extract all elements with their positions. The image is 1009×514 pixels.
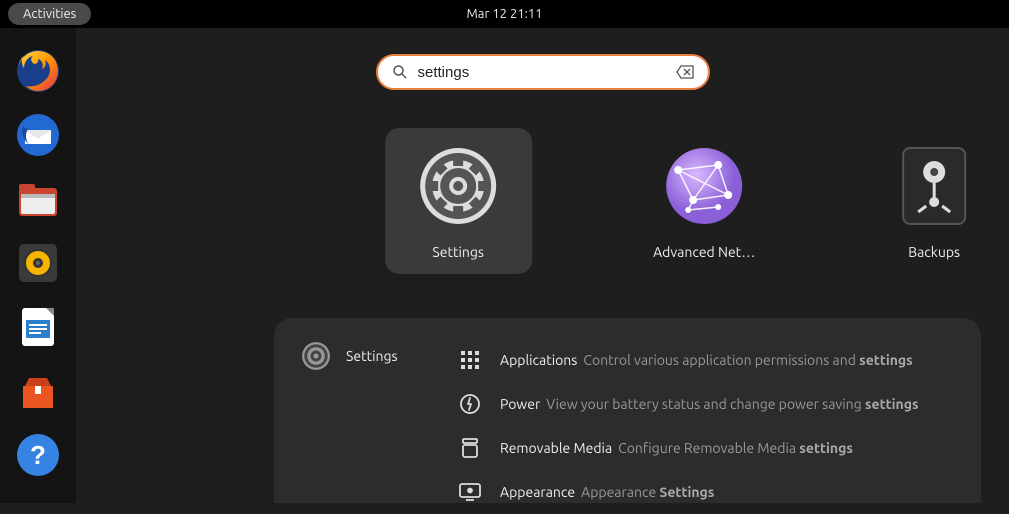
clock[interactable]: Mar 12 21:11 (466, 7, 542, 21)
dock-rhythmbox[interactable] (13, 238, 63, 288)
app-label: Backups (908, 244, 960, 260)
appearance-icon (458, 480, 482, 504)
search-icon (392, 64, 408, 80)
app-label: Settings (432, 244, 484, 260)
settings-small-icon (300, 340, 332, 372)
dock-thunderbird[interactable] (13, 110, 63, 160)
network-icon (660, 142, 748, 230)
svg-text:?: ? (30, 440, 46, 470)
firefox-icon (15, 48, 61, 94)
dock-help[interactable]: ? (13, 430, 63, 480)
overview-main: Settings (76, 28, 1009, 503)
activities-button[interactable]: Activities (8, 3, 91, 25)
thunderbird-icon (15, 112, 61, 158)
libreoffice-writer-icon (15, 304, 61, 350)
settings-item-appearance[interactable]: AppearanceAppearance Settings (458, 470, 955, 514)
dock-files[interactable] (13, 174, 63, 224)
topbar: Activities Mar 12 21:11 (0, 0, 1009, 28)
panel-title: Settings (346, 348, 398, 364)
removable-media-icon (458, 436, 482, 460)
app-settings[interactable]: Settings (385, 128, 532, 274)
app-advanced-network[interactable]: Advanced Net… (647, 142, 762, 260)
power-icon (458, 392, 482, 416)
settings-item-applications[interactable]: ApplicationsControl various application … (458, 338, 955, 382)
dock-software[interactable] (13, 366, 63, 416)
settings-item-removable-media[interactable]: Removable MediaConfigure Removable Media… (458, 426, 955, 470)
rhythmbox-icon (15, 240, 61, 286)
help-icon: ? (15, 432, 61, 478)
backups-icon (890, 142, 978, 230)
clear-search-icon[interactable] (676, 65, 694, 79)
settings-item-text: Removable MediaConfigure Removable Media… (500, 440, 853, 456)
dock: ? (0, 28, 76, 503)
app-label: Advanced Net… (653, 244, 755, 260)
apps-row: Settings (385, 142, 992, 274)
settings-item-text: ApplicationsControl various application … (500, 352, 913, 368)
settings-item-text: PowerView your battery status and change… (500, 396, 919, 412)
software-icon (15, 368, 61, 414)
applications-icon (458, 348, 482, 372)
search-box[interactable] (376, 54, 710, 90)
files-icon (15, 176, 61, 222)
settings-item-power[interactable]: PowerView your battery status and change… (458, 382, 955, 426)
search-input[interactable] (418, 64, 676, 81)
dock-firefox[interactable] (13, 46, 63, 96)
settings-results-panel: Settings ApplicationsControl various app… (274, 318, 981, 503)
app-backups[interactable]: Backups (877, 142, 992, 260)
settings-list: ApplicationsControl various application … (458, 338, 955, 514)
dock-libreoffice-writer[interactable] (13, 302, 63, 352)
settings-item-text: AppearanceAppearance Settings (500, 484, 714, 500)
settings-icon (414, 142, 502, 230)
